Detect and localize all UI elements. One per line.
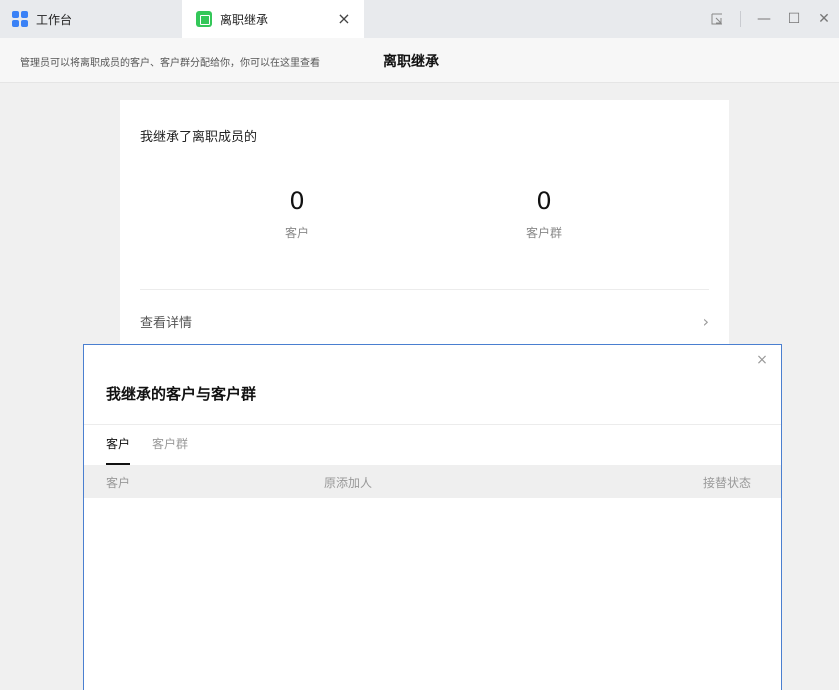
chevron-right-icon: › — [702, 312, 709, 331]
dialog-divider — [84, 424, 781, 425]
sub-header: 管理员可以将离职成员的客户、客户群分配给你，你可以在这里查看 离职继承 — [0, 38, 839, 83]
stat-groups-label: 客户群 — [525, 226, 562, 240]
maximize-button[interactable]: ☐ — [779, 7, 809, 31]
control-separator — [740, 11, 741, 27]
grid-icon — [12, 11, 28, 27]
stat-groups-value: 0 — [536, 187, 552, 215]
minimize-button[interactable]: — — [749, 7, 779, 31]
table-header: 客户 原添加人 接替状态 — [84, 465, 781, 498]
column-header-transfer-status: 接替状态 — [702, 476, 751, 490]
tab-workbench[interactable]: 工作台 — [0, 0, 182, 38]
page-title: 离职继承 — [383, 54, 439, 70]
column-header-original-adder: 原添加人 — [324, 476, 373, 490]
hint-text: 管理员可以将离职成员的客户、客户群分配给你，你可以在这里查看 — [20, 58, 320, 69]
view-details-label: 查看详情 — [140, 316, 193, 331]
window-controls: — ☐ ✕ — [702, 0, 839, 38]
stat-customer-groups: 0 客户群 — [484, 186, 604, 241]
dialog-title: 我继承的客户与客户群 — [106, 385, 257, 403]
stat-customers: 0 客户 — [237, 186, 357, 241]
dialog-tabs: 客户 客户群 — [106, 435, 210, 465]
document-icon — [196, 11, 212, 27]
title-bar: 工作台 离职继承 × — ☐ ✕ — [0, 0, 839, 38]
pin-icon[interactable] — [702, 7, 732, 31]
tab-active-label: 离职继承 — [220, 12, 269, 27]
stat-customers-value: 0 — [289, 187, 305, 215]
table-body — [84, 498, 781, 690]
card-divider — [140, 289, 709, 290]
card-heading: 我继承了离职成员的 — [140, 130, 258, 145]
inherited-customers-dialog: × 我继承的客户与客户群 客户 客户群 客户 原添加人 接替状态 — [83, 344, 782, 690]
stat-customers-label: 客户 — [284, 226, 309, 240]
view-details-row[interactable]: 查看详情 › — [120, 300, 729, 344]
window-close-button[interactable]: ✕ — [809, 7, 839, 31]
tab-workbench-label: 工作台 — [36, 12, 73, 27]
column-header-customer: 客户 — [106, 476, 131, 490]
dialog-close-icon[interactable]: × — [753, 351, 771, 369]
tab-customers[interactable]: 客户 — [106, 435, 131, 465]
inheritance-summary-card: 我继承了离职成员的 0 客户 0 客户群 查看详情 › — [120, 100, 729, 360]
tab-close-icon[interactable]: × — [334, 9, 354, 29]
tab-offboarding-inheritance[interactable]: 离职继承 × — [182, 0, 364, 38]
tab-customer-groups[interactable]: 客户群 — [152, 435, 188, 465]
